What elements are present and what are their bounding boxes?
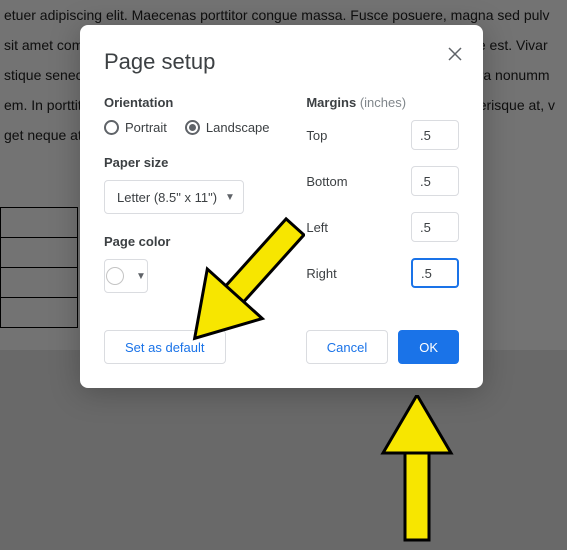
orientation-label: Orientation [104,95,306,110]
margin-left-label: Left [306,220,328,235]
orientation-portrait-radio[interactable]: Portrait [104,120,167,135]
margins-label: Margins (inches) [306,95,459,110]
margins-label-text: Margins [306,95,356,110]
margins-unit: (inches) [360,95,406,110]
orientation-landscape-radio[interactable]: Landscape [185,120,270,135]
portrait-radio-label: Portrait [125,120,167,135]
cancel-button[interactable]: Cancel [306,330,388,364]
margin-left-input[interactable] [411,212,459,242]
margin-bottom-input[interactable] [411,166,459,196]
chevron-down-icon: ▼ [136,271,146,282]
paper-size-select[interactable]: Letter (8.5" x 11") ▼ [104,180,244,214]
margin-bottom-label: Bottom [306,174,347,189]
margin-right-label: Right [306,266,336,281]
close-button[interactable] [445,47,465,67]
close-icon [448,47,462,61]
page-color-select[interactable]: ▼ [104,259,148,293]
page-setup-dialog: Page setup Orientation Portrait Landscap… [80,25,483,388]
paper-size-label: Paper size [104,155,306,170]
margin-top-input[interactable] [411,120,459,150]
page-color-label: Page color [104,234,306,249]
paper-size-value: Letter (8.5" x 11") [117,190,217,205]
margin-top-label: Top [306,128,327,143]
radio-icon [104,120,119,135]
ok-button[interactable]: OK [398,330,459,364]
landscape-radio-label: Landscape [206,120,270,135]
color-swatch-icon [106,267,124,285]
radio-icon [185,120,200,135]
set-as-default-button[interactable]: Set as default [104,330,226,364]
dialog-title: Page setup [104,49,459,75]
margin-right-input[interactable] [411,258,459,288]
chevron-down-icon: ▼ [225,192,235,203]
